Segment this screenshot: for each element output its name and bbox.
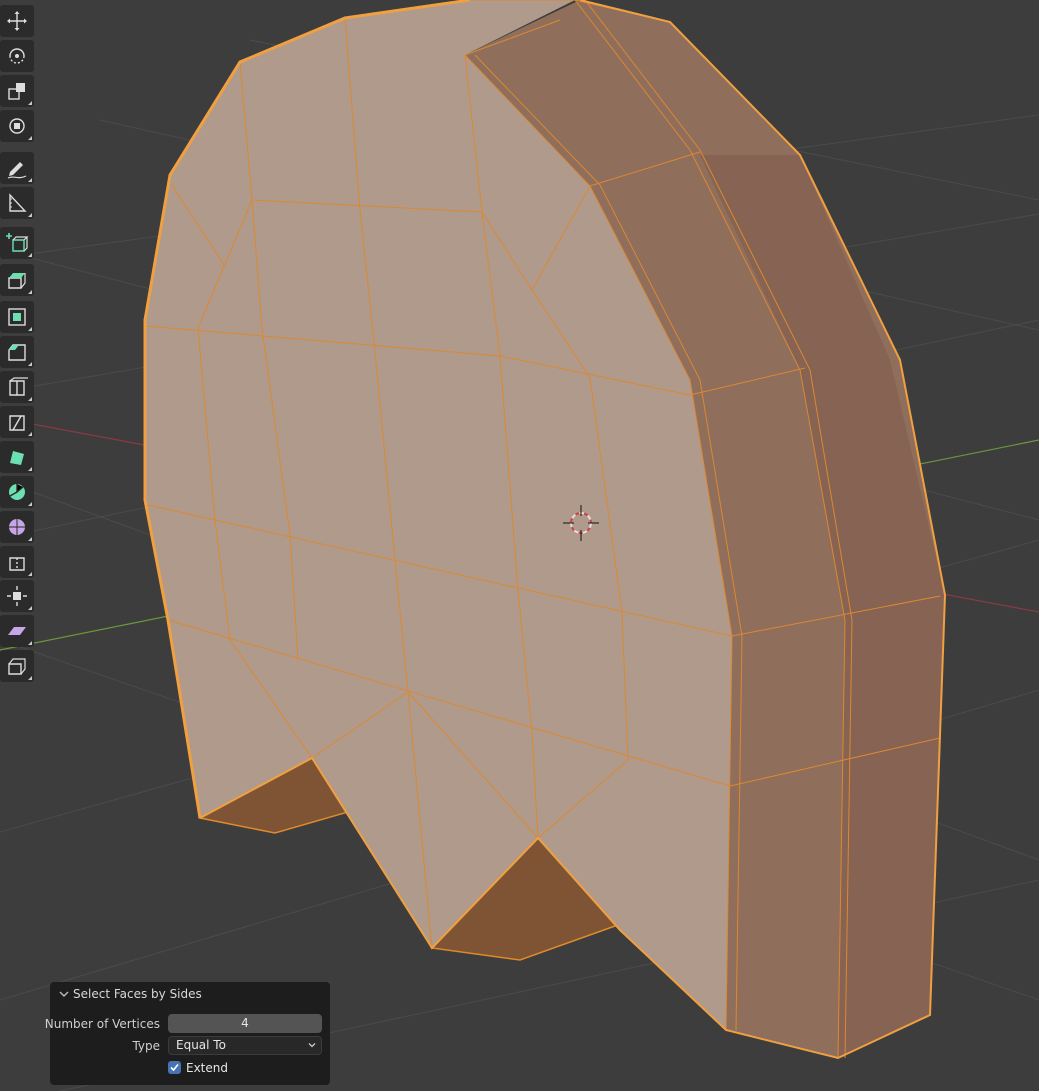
number-of-vertices-row: Number of Vertices 4	[45, 1014, 330, 1034]
tool-button-add-cube[interactable]	[0, 227, 34, 259]
operator-panel: Select Faces by Sides Number of Vertices…	[45, 982, 330, 1085]
rotate-icon	[9, 48, 25, 64]
tool-button-extrude-region[interactable]	[0, 264, 34, 296]
tool-button-rip-region[interactable]	[0, 650, 34, 682]
extend-checkbox[interactable]	[168, 1061, 181, 1074]
tool-shelf	[0, 0, 36, 686]
operator-panel-title: Select Faces by Sides	[73, 987, 202, 1001]
spin-icon	[9, 484, 25, 500]
tool-button-smooth[interactable]	[0, 511, 34, 543]
tool-button-poly-build[interactable]	[0, 441, 34, 473]
submenu-indicator-icon	[28, 641, 32, 645]
tool-button-spin[interactable]	[0, 476, 34, 508]
add-cube-icon	[6, 233, 29, 252]
transform-icon	[9, 118, 25, 134]
submenu-indicator-icon	[28, 537, 32, 541]
shrink-fatten-icon	[7, 586, 27, 606]
smooth-icon	[9, 519, 25, 535]
scale-icon	[8, 83, 25, 100]
tool-button-loop-cut[interactable]	[0, 371, 34, 403]
submenu-indicator-icon	[28, 178, 32, 182]
chevron-down-icon[interactable]	[59, 989, 69, 999]
tool-button-scale[interactable]	[0, 75, 34, 107]
type-row: Type Equal To	[50, 1036, 330, 1056]
type-label: Type	[132, 1039, 160, 1053]
submenu-indicator-icon	[28, 327, 32, 331]
loop-cut-icon	[9, 377, 28, 396]
tool-button-knife[interactable]	[0, 406, 34, 438]
submenu-indicator-icon	[28, 362, 32, 366]
edge-slide-icon	[9, 557, 25, 571]
type-dropdown[interactable]: Equal To	[168, 1036, 322, 1055]
submenu-indicator-icon	[28, 467, 32, 471]
submenu-indicator-icon	[28, 606, 32, 610]
submenu-indicator-icon	[28, 432, 32, 436]
extend-label: Extend	[186, 1061, 228, 1075]
extend-row: Extend	[50, 1058, 330, 1078]
chevron-down-icon	[308, 1043, 316, 1048]
tool-button-annotate[interactable]	[0, 152, 34, 184]
submenu-indicator-icon	[28, 502, 32, 506]
submenu-indicator-icon	[28, 397, 32, 401]
poly-build-icon	[10, 451, 24, 465]
bevel-icon	[8, 344, 26, 361]
inset-faces-icon	[8, 308, 26, 326]
submenu-indicator-icon	[28, 676, 32, 680]
type-dropdown-value: Equal To	[176, 1038, 226, 1052]
3d-viewport[interactable]	[0, 0, 1039, 1091]
selected-mesh-object[interactable]	[143, 0, 947, 1060]
submenu-indicator-icon	[28, 101, 32, 105]
rip-region-icon	[8, 658, 26, 675]
tool-button-inset-faces[interactable]	[0, 301, 34, 333]
annotate-icon	[7, 162, 27, 179]
knife-icon	[9, 415, 25, 431]
tool-button-measure[interactable]	[0, 187, 34, 219]
tool-button-transform[interactable]	[0, 110, 34, 142]
submenu-indicator-icon	[28, 253, 32, 257]
tool-button-edge-slide[interactable]	[0, 546, 34, 578]
number-of-vertices-field[interactable]: 4	[168, 1014, 322, 1033]
checkmark-icon	[170, 1063, 179, 1072]
tool-button-bevel[interactable]	[0, 336, 34, 368]
tool-button-shear[interactable]	[0, 615, 34, 647]
submenu-indicator-icon	[28, 290, 32, 294]
submenu-indicator-icon	[28, 136, 32, 140]
number-of-vertices-label: Number of Vertices	[44, 1017, 160, 1031]
submenu-indicator-icon	[28, 572, 32, 576]
measure-icon	[9, 193, 27, 212]
tool-button-move[interactable]	[0, 5, 34, 37]
operator-panel-header[interactable]: Select Faces by Sides	[50, 982, 330, 1006]
shear-icon	[8, 627, 26, 635]
submenu-indicator-icon	[28, 213, 32, 217]
move-icon	[7, 11, 27, 31]
tool-button-rotate[interactable]	[0, 40, 34, 72]
tool-button-shrink-fatten[interactable]	[0, 580, 34, 612]
extrude-region-icon	[8, 273, 26, 289]
